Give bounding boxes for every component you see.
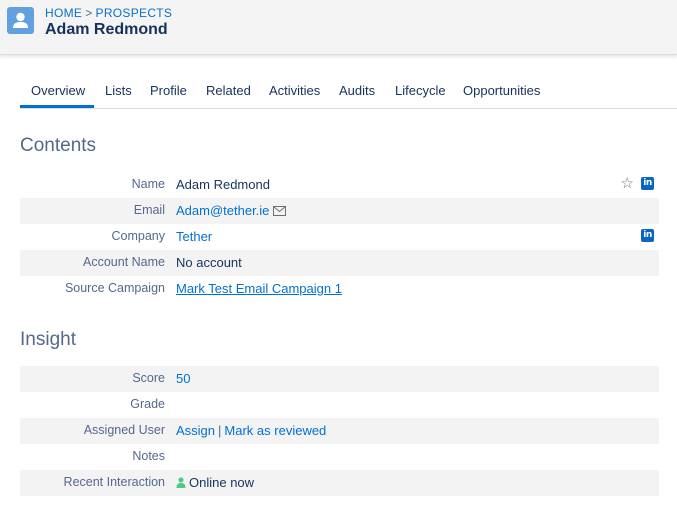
breadcrumb-home[interactable]: HOME (45, 6, 82, 20)
linkedin-icon[interactable]: in (641, 177, 654, 190)
score-link[interactable]: 50 (176, 371, 190, 386)
prospect-name: Adam Redmond (176, 177, 270, 192)
page-header: HOME > PROSPECTS Adam Redmond (0, 0, 677, 55)
insight-heading: Insight (20, 329, 76, 350)
assign-link[interactable]: Assign (176, 423, 215, 438)
row-label: Company (111, 229, 166, 243)
company-link[interactable]: Tether (176, 229, 212, 244)
contents-table: Name Adam Redmond ☆ in Email Adam@tether… (20, 172, 659, 302)
recent-interaction-value: Online now (189, 475, 255, 490)
star-icon[interactable]: ☆ (621, 176, 634, 191)
row-label: Notes (132, 449, 165, 463)
insight-row-score: Score 50 (20, 366, 659, 392)
contents-row-company: Company Tether in (20, 224, 659, 250)
tab-audits[interactable]: Audits (339, 83, 375, 98)
person-icon (7, 7, 34, 34)
row-label: Recent Interaction (63, 475, 165, 489)
row-label: Score (132, 371, 165, 385)
tab-bar: Overview Lists Profile Related Activitie… (20, 78, 677, 109)
tab-related[interactable]: Related (206, 83, 251, 98)
row-label: Source Campaign (64, 281, 165, 295)
row-label: Account Name (83, 255, 165, 269)
row-label: Email (133, 203, 165, 217)
email-link[interactable]: Adam@tether.ie (176, 203, 269, 218)
contents-row-account: Account Name No account (20, 250, 659, 276)
breadcrumb-separator: > (85, 6, 93, 20)
online-user-icon (176, 476, 186, 491)
linkedin-icon[interactable]: in (641, 229, 654, 242)
tab-profile[interactable]: Profile (150, 83, 187, 98)
breadcrumb: HOME > PROSPECTS (45, 6, 172, 20)
row-label: Name (131, 177, 165, 191)
page-title: Adam Redmond (45, 21, 168, 38)
tab-activities[interactable]: Activities (269, 83, 320, 98)
breadcrumb-prospects[interactable]: PROSPECTS (96, 6, 173, 20)
insight-row-assigned-user: Assigned User Assign | Mark as reviewed (20, 418, 659, 444)
tab-lists[interactable]: Lists (105, 83, 132, 98)
link-separator: | (218, 423, 222, 438)
contents-row-source-campaign: Source Campaign Mark Test Email Campaign… (20, 276, 659, 302)
insight-table: Score 50 Grade Assigned User Assign | Mark… (20, 366, 659, 496)
tab-lifecycle[interactable]: Lifecycle (395, 83, 446, 98)
active-tab-indicator (20, 105, 94, 108)
row-label: Assigned User (83, 423, 165, 437)
tab-overview[interactable]: Overview (31, 83, 85, 98)
insight-row-grade: Grade (20, 392, 659, 418)
insight-row-notes: Notes (20, 444, 659, 470)
contents-row-name: Name Adam Redmond ☆ in (20, 172, 659, 198)
mark-as-reviewed-link[interactable]: Mark as reviewed (224, 423, 326, 438)
tab-opportunities[interactable]: Opportunities (463, 83, 540, 98)
envelope-icon[interactable] (273, 204, 287, 219)
source-campaign-link[interactable]: Mark Test Email Campaign 1 (176, 281, 342, 296)
contents-row-email: Email Adam@tether.ie (20, 198, 659, 224)
account-name-value: No account (176, 255, 242, 270)
insight-row-recent-interaction: Recent Interaction Online now (20, 470, 659, 496)
row-label: Grade (130, 397, 165, 411)
contents-heading: Contents (20, 135, 97, 156)
